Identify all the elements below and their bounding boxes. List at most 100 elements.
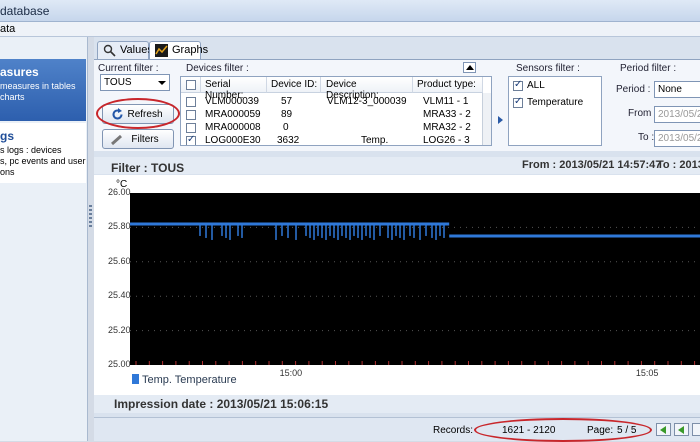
- nav-item-measures-desc-2: charts: [0, 92, 25, 102]
- col-serial[interactable]: Serial Number:: [201, 77, 267, 101]
- period-filter-label: Period filter :: [620, 63, 677, 74]
- cell-serial: MRA000059: [205, 109, 261, 120]
- status-bar: Records: 1621 - 2120 Page: 5 / 5: [94, 417, 700, 442]
- from-date-input[interactable]: 2013/05/21: [654, 106, 700, 123]
- row-checkbox-checked[interactable]: [186, 134, 196, 145]
- legend-swatch: [132, 374, 139, 384]
- x-tick-label: 15:05: [635, 368, 659, 378]
- chevron-down-icon: [158, 81, 166, 85]
- temperature-chart[interactable]: [130, 193, 700, 365]
- x-tick-label: 15:00: [279, 368, 303, 378]
- sensor-item-all[interactable]: ALL: [509, 79, 599, 93]
- navigation-panel: asures measures in tables charts gs s lo…: [0, 37, 88, 441]
- from-date-value: 2013/05/21: [658, 109, 700, 120]
- y-tick-label: 26.00: [108, 187, 131, 197]
- cell-desc: VLM12-3_000039: [327, 96, 407, 107]
- impression-date: Impression date : 2013/05/21 15:06:15: [94, 395, 700, 413]
- first-page-button[interactable]: [656, 423, 671, 436]
- table-row[interactable]: MRA000059 89 MRA33 - 2: [181, 109, 483, 122]
- devices-select-all[interactable]: [181, 77, 201, 93]
- prev-page-icon: [678, 426, 684, 434]
- current-filter-select[interactable]: TOUS: [100, 74, 170, 91]
- collapse-button[interactable]: [463, 62, 476, 73]
- tab-graphs[interactable]: Graphs: [149, 41, 208, 59]
- sensor-temperature-checkbox[interactable]: [513, 96, 523, 108]
- col-product-type[interactable]: Product type:: [413, 77, 483, 93]
- graph-icon: [155, 44, 168, 57]
- from-label: From :: [628, 108, 657, 119]
- cell-serial: LOG000E30: [205, 135, 261, 146]
- row-checkbox[interactable]: [186, 97, 196, 107]
- col-device-desc[interactable]: Device Description:: [321, 77, 413, 101]
- y-tick-label: 25.20: [108, 324, 131, 335]
- main-content: Values Graphs Current filter : TOUS Refr…: [94, 37, 700, 442]
- eraser-icon: [111, 134, 122, 146]
- cell-type: LOG26 - 3: [423, 135, 470, 146]
- sensor-all-checkbox[interactable]: [513, 79, 523, 91]
- to-label: To :: [638, 132, 655, 143]
- graph-header: Filter : TOUS From : 2013/05/21 14:57:47…: [94, 157, 700, 175]
- y-tick-label: 25.40: [108, 290, 131, 301]
- nav-item-logs-desc-2: s, pc events and user: [0, 156, 86, 166]
- to-date-input[interactable]: 2013/05/21: [654, 130, 700, 147]
- cell-id: 0: [283, 122, 289, 133]
- legend-label: Temp. Temperature: [142, 374, 237, 386]
- filters-button[interactable]: Filters: [102, 129, 174, 149]
- cell-id: 3632: [277, 135, 300, 146]
- col-device-id[interactable]: Device ID:: [267, 77, 321, 93]
- prev-page-button[interactable]: [674, 423, 689, 436]
- highlight-circle-refresh: [96, 98, 180, 129]
- title-bar: database: [0, 0, 700, 22]
- magnifier-icon: [103, 44, 116, 57]
- cell-type: MRA32 - 2: [423, 122, 471, 133]
- current-filter-value: TOUS: [104, 77, 132, 88]
- table-row[interactable]: LOG000E30 3632 Temp. LOG26 - 3: [181, 134, 483, 146]
- chevron-up-icon: [466, 65, 474, 70]
- current-filter-label: Current filter :: [98, 63, 159, 74]
- graph-from-text: From : 2013/05/21 14:57:47: [522, 159, 662, 171]
- filter-bar: Current filter : TOUS Refresh Filters De…: [94, 59, 700, 151]
- y-tick-label: 25.60: [108, 255, 131, 266]
- cell-serial: VLM000039: [205, 96, 259, 107]
- cell-type: VLM11 - 1: [423, 96, 469, 107]
- graph-to-text: To : 2013/: [657, 159, 700, 171]
- sensors-filter-label: Sensors filter :: [516, 63, 580, 74]
- nav-item-measures-title: asures: [0, 65, 39, 79]
- table-row[interactable]: VLM000039 57 VLM12-3_000039 VLM11 - 1: [181, 96, 483, 109]
- sensor-temperature-label: Temperature: [527, 97, 584, 108]
- sensor-all-label: ALL: [527, 80, 545, 91]
- devices-scrollbar[interactable]: [482, 93, 491, 145]
- tab-values-label: Values: [120, 44, 153, 56]
- nav-item-logs-title: gs: [0, 129, 15, 143]
- y-tick-label: 25.00: [108, 359, 131, 369]
- menu-bar: ata: [0, 22, 700, 37]
- next-page-button[interactable]: [692, 423, 700, 436]
- cell-id: 89: [281, 109, 293, 120]
- menu-item-data[interactable]: ata: [0, 23, 15, 35]
- period-value: None: [658, 84, 682, 95]
- row-checkbox[interactable]: [186, 110, 196, 120]
- devices-filter-label: Devices filter :: [186, 63, 249, 74]
- select-all-checkbox[interactable]: [186, 80, 196, 90]
- period-label: Period :: [616, 84, 651, 95]
- graph-filter-text: Filter : TOUS: [111, 161, 185, 175]
- chevron-right-icon[interactable]: [498, 116, 503, 124]
- table-row[interactable]: MRA000008 0 MRA32 - 2: [181, 122, 483, 135]
- devices-list: Serial Number: Device ID: Device Descrip…: [180, 76, 492, 146]
- y-tick-label: 25.80: [108, 221, 131, 232]
- sensor-item-temperature[interactable]: Temperature: [509, 96, 599, 110]
- nav-item-measures[interactable]: asures measures in tables charts: [0, 59, 86, 121]
- nav-item-logs[interactable]: gs s logs : devices s, pc events and use…: [0, 123, 86, 183]
- window-title: database: [0, 4, 50, 18]
- splitter-handle[interactable]: [89, 205, 92, 227]
- nav-item-logs-desc-1: s logs : devices: [0, 145, 62, 155]
- chart-legend: Temp. Temperature: [132, 374, 237, 386]
- period-select[interactable]: None: [654, 81, 700, 98]
- tab-values[interactable]: Values: [97, 41, 153, 59]
- row-checkbox[interactable]: [186, 123, 196, 133]
- sensors-list: ALL Temperature: [508, 76, 602, 146]
- chart-area: °C 26.00 25.80 25.60 25.40 25.20 25.00 15:00 1…: [94, 175, 700, 395]
- to-date-value: 2013/05/21: [658, 133, 700, 144]
- cell-type: MRA33 - 2: [423, 109, 471, 120]
- cell-desc: Temp.: [361, 135, 389, 146]
